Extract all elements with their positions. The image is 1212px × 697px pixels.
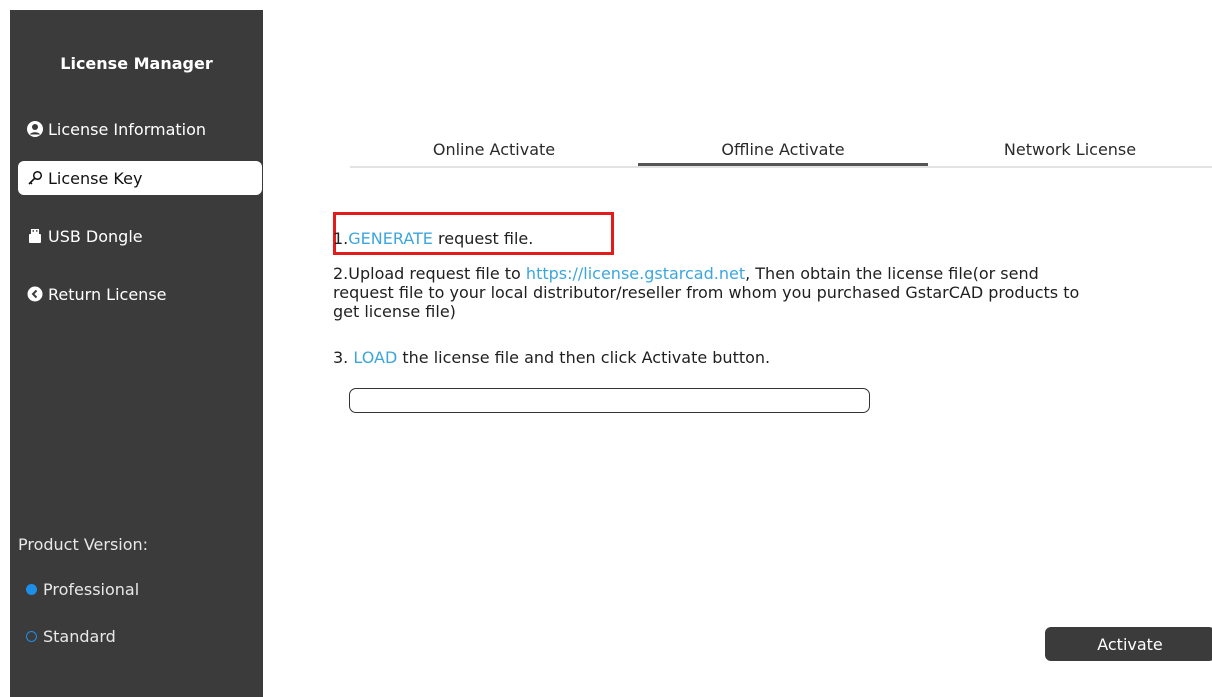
step-2-line-1: 2.Upload request file to https://license… <box>333 264 1079 283</box>
return-icon <box>26 285 44 303</box>
step-3: 3. LOAD the license file and then click … <box>333 348 770 367</box>
step-2-prefix: 2.Upload request file to <box>333 264 526 283</box>
step-2-line-1-suffix: , Then obtain the license file(or send <box>745 264 1039 283</box>
sidebar-item-usb-dongle[interactable]: USB Dongle <box>18 219 262 253</box>
activate-button[interactable]: Activate <box>1045 627 1212 661</box>
step-2: 2.Upload request file to https://license… <box>333 264 1079 321</box>
sidebar: License Manager License Information Lice… <box>10 10 263 697</box>
product-version-label: Product Version: <box>18 535 149 554</box>
sidebar-item-label: USB Dongle <box>48 226 143 246</box>
sidebar-item-label: Return License <box>48 284 167 304</box>
step-2-line-2: request file to your local distributor/r… <box>333 283 1080 302</box>
step-1: 1.GENERATE request file. <box>333 229 533 248</box>
version-radio-professional[interactable]: Professional <box>26 580 139 599</box>
license-website-link[interactable]: https://license.gstarcad.net <box>526 264 745 283</box>
step-2-line-3: get license file) <box>333 302 456 321</box>
tab-online-activate[interactable]: Online Activate <box>350 138 638 166</box>
sidebar-item-label: License Information <box>48 119 207 139</box>
sidebar-item-return-license[interactable]: Return License <box>18 277 262 311</box>
step-3-prefix: 3. <box>333 348 354 367</box>
license-file-input[interactable] <box>349 388 870 413</box>
tab-offline-activate[interactable]: Offline Activate <box>638 138 928 166</box>
app-title: License Manager <box>60 54 213 73</box>
sidebar-item-label: License Key <box>48 168 143 188</box>
tab-bar: Online Activate Offline Activate Network… <box>350 138 1212 168</box>
radio-unchecked-icon <box>26 631 37 642</box>
key-icon <box>26 169 44 187</box>
usb-icon <box>26 227 44 245</box>
version-label: Standard <box>43 627 116 646</box>
tab-network-license[interactable]: Network License <box>928 138 1212 166</box>
generate-link[interactable]: GENERATE <box>348 229 433 248</box>
version-label: Professional <box>43 580 140 599</box>
version-radio-standard[interactable]: Standard <box>26 627 116 646</box>
user-circle-icon <box>26 120 44 138</box>
step-3-suffix: the license file and then click Activate… <box>397 348 771 367</box>
load-link[interactable]: LOAD <box>353 348 397 367</box>
sidebar-item-license-information[interactable]: License Information <box>18 112 262 146</box>
step-1-prefix: 1. <box>333 229 349 248</box>
step-1-suffix: request file. <box>432 229 534 248</box>
sidebar-item-license-key[interactable]: License Key <box>18 161 262 195</box>
radio-checked-icon <box>26 584 37 595</box>
